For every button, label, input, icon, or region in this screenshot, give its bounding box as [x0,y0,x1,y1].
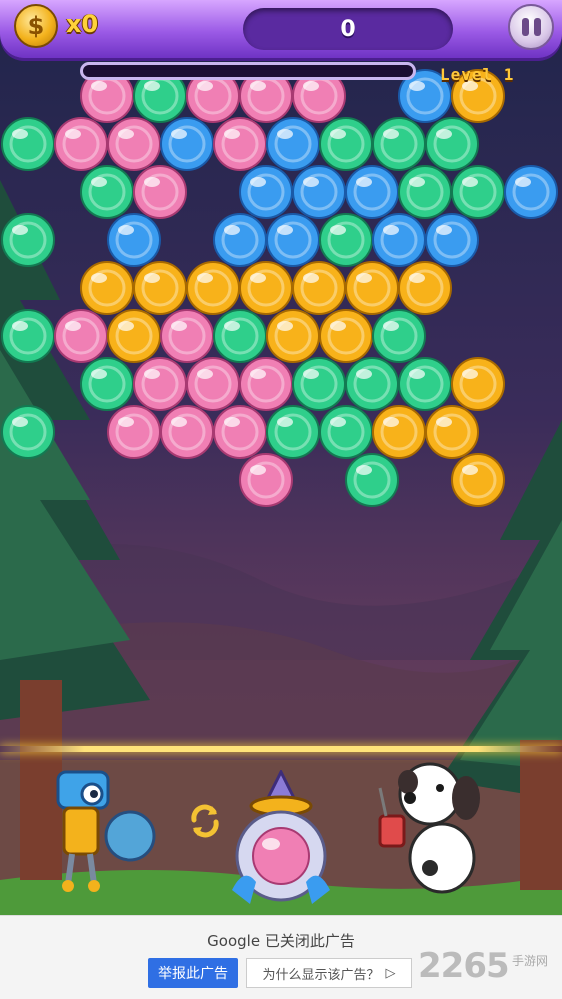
bubble-pink [133,357,187,411]
bubble-yellow [425,405,479,459]
bubble-pink [239,357,293,411]
bubble-green [80,165,134,219]
bubble-yellow [266,309,320,363]
bubble-green [319,117,373,171]
bubble-pink [186,357,240,411]
bubble-pink [133,165,187,219]
bubble-green [1,309,55,363]
next-bubble [252,827,310,885]
bubble-blue [107,213,161,267]
bubble-green [319,213,373,267]
coin-icon: $ [14,4,58,48]
bubble-yellow [239,261,293,315]
score-display: 0 [243,8,453,50]
robot-character [56,770,156,892]
pause-icon-bar [533,18,541,36]
dog-character [378,762,480,894]
why-this-ad-label: 为什么显示该广告？ [262,967,380,983]
bubble-pink [239,453,293,507]
bubble-green [398,165,452,219]
bubble-green [319,405,373,459]
bubble-pink [107,405,161,459]
bubble-pink [213,405,267,459]
bubble-launcher[interactable] [226,770,336,910]
bubble-yellow [80,261,134,315]
bubble-yellow [107,309,161,363]
bubble-yellow [398,261,452,315]
bubble-green [1,117,55,171]
bubble-green [345,453,399,507]
bubble-green [372,117,426,171]
bubble-blue [266,117,320,171]
swap-arrows-icon[interactable] [186,802,224,840]
bubble-blue [292,165,346,219]
bubble-pink [107,117,161,171]
bubble-yellow [451,453,505,507]
bubble-blue [345,165,399,219]
bubble-green [451,165,505,219]
bubble-green [80,357,134,411]
game-screen: $ x0 0 Level 1 Google 已关闭此广告 举报此广告 为什么显示… [0,0,562,999]
bubble-green [398,357,452,411]
bubble-blue [372,213,426,267]
bubble-yellow [292,261,346,315]
bubble-blue [239,165,293,219]
watermark-logo: 2265 [418,946,510,986]
bubble-green [1,213,55,267]
pause-icon [521,18,529,36]
bubble-yellow [319,309,373,363]
bubble-green [292,357,346,411]
report-ad-button[interactable]: 举报此广告 [148,958,238,988]
bubble-green [213,309,267,363]
bubble-green [372,309,426,363]
bubble-yellow [451,357,505,411]
bubble-blue [160,117,214,171]
bubble-pink [54,309,108,363]
ad-choices-icon: ▷ [385,965,396,981]
bubble-yellow [133,261,187,315]
bubble-blue [213,213,267,267]
bubble-pink [160,405,214,459]
why-this-ad-button[interactable]: 为什么显示该广告？ ▷ [246,958,412,988]
bubble-green [345,357,399,411]
bubble-blue [425,213,479,267]
bubble-blue [266,213,320,267]
bubble-pink [160,309,214,363]
bubble-yellow [372,405,426,459]
top-hud-bar: $ x0 0 [0,0,562,58]
pause-button[interactable] [508,4,554,50]
bubble-pink [54,117,108,171]
bubble-green [425,117,479,171]
coin-count: x0 [66,10,99,38]
watermark-subtext: 手游网 [512,954,549,968]
bubble-green [266,405,320,459]
bubble-blue [504,165,558,219]
level-progress-bar [80,62,416,80]
bubble-pink [213,117,267,171]
bubble-green [1,405,55,459]
level-label: Level 1 [440,65,515,84]
bubble-yellow [186,261,240,315]
bubble-yellow [345,261,399,315]
danger-line [0,746,562,752]
